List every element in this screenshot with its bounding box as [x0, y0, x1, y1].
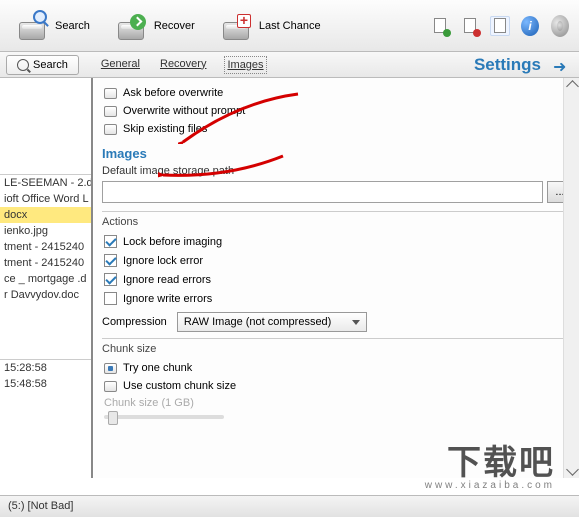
chunk-size-slider[interactable]: [104, 415, 224, 419]
forward-arrow-icon[interactable]: ➜: [553, 57, 569, 73]
option-label: Ignore read errors: [123, 274, 211, 286]
settings-panel: Ask before overwrite Overwrite without p…: [93, 78, 579, 478]
disk-last-chance-icon: [221, 10, 253, 42]
check-lock-before[interactable]: Lock before imaging: [102, 232, 573, 251]
search-icon: [17, 59, 29, 71]
option-label: Skip existing files: [123, 123, 207, 135]
list-item[interactable]: ce _ mortgage .d: [0, 271, 91, 287]
option-ask-overwrite[interactable]: Ask before overwrite: [102, 84, 573, 102]
check-ignore-lock[interactable]: Ignore lock error: [102, 251, 573, 270]
info-icon[interactable]: i: [520, 16, 540, 36]
radio-icon: [104, 124, 117, 135]
list-item[interactable]: r Davvydov.doc: [0, 287, 91, 303]
radio-icon: [104, 88, 117, 99]
images-section-title: Images: [102, 146, 573, 161]
check-ignore-read[interactable]: Ignore read errors: [102, 270, 573, 289]
option-label: Ask before overwrite: [123, 87, 223, 99]
doc-icon[interactable]: [490, 16, 510, 36]
checkbox-icon: [104, 292, 117, 305]
option-label: Lock before imaging: [123, 236, 222, 248]
settings-title: Settings: [474, 55, 541, 75]
toolbar-search-button[interactable]: Search: [6, 5, 101, 47]
option-label: Use custom chunk size: [123, 380, 236, 392]
option-skip-existing[interactable]: Skip existing files: [102, 120, 573, 138]
option-try-one-chunk[interactable]: Try one chunk: [102, 359, 573, 377]
option-label: Ignore write errors: [123, 293, 212, 305]
toolbar-recover-label: Recover: [154, 20, 195, 32]
doc-remove-icon[interactable]: [460, 16, 480, 36]
option-custom-chunk[interactable]: Use custom chunk size: [102, 377, 573, 395]
toolbar-last-chance-label: Last Chance: [259, 20, 321, 32]
compression-label: Compression: [102, 316, 167, 328]
settings-gear-icon[interactable]: [550, 16, 570, 36]
actions-group-title: Actions: [102, 216, 573, 228]
check-ignore-write[interactable]: Ignore write errors: [102, 289, 573, 308]
tab-images[interactable]: Images: [224, 56, 266, 74]
list-item[interactable]: ioft Office Word L: [0, 191, 91, 207]
watermark-url: www.xiazaiba.com: [425, 480, 555, 491]
checkbox-icon: [104, 273, 117, 286]
compression-value: RAW Image (not compressed): [184, 316, 332, 328]
radio-icon: [104, 106, 117, 117]
toolbar-search-label: Search: [55, 20, 90, 32]
radio-icon: [104, 363, 117, 374]
vertical-scrollbar[interactable]: [563, 78, 579, 478]
option-label: Overwrite without prompt: [123, 105, 245, 117]
chunk-group-title: Chunk size: [102, 343, 573, 355]
chunk-size-label: Chunk size (1 GB): [104, 397, 571, 409]
settings-tabs: General Recovery Images: [99, 56, 267, 74]
search-tab-label: Search: [33, 59, 68, 71]
time-row: 15:48:58: [0, 376, 91, 392]
checkbox-icon: [104, 254, 117, 267]
file-list-sidebar: LE-SEEMAN - 2.d ioft Office Word L docx …: [0, 78, 93, 478]
default-path-label: Default image storage path: [102, 165, 573, 177]
toolbar-recover-button[interactable]: Recover: [105, 5, 206, 47]
option-label: Ignore lock error: [123, 255, 203, 267]
tab-general[interactable]: General: [99, 56, 142, 74]
disk-search-icon: [17, 10, 49, 42]
doc-add-icon[interactable]: [430, 16, 450, 36]
checkbox-icon: [104, 235, 117, 248]
search-tab-button[interactable]: Search: [6, 55, 79, 75]
list-item[interactable]: tment - 2415240: [0, 255, 91, 271]
compression-select[interactable]: RAW Image (not compressed): [177, 312, 367, 332]
main-toolbar: Search Recover Last Chance i: [0, 0, 579, 52]
disk-recover-icon: [116, 10, 148, 42]
sub-toolbar: Search General Recovery Images Settings …: [0, 52, 579, 78]
status-bar: (5:) [Not Bad]: [0, 495, 579, 517]
radio-icon: [104, 381, 117, 392]
list-item[interactable]: tment - 2415240: [0, 239, 91, 255]
toolbar-last-chance-button[interactable]: Last Chance: [210, 5, 332, 47]
option-label: Try one chunk: [123, 362, 192, 374]
list-item[interactable]: ienko.jpg: [0, 223, 91, 239]
option-overwrite-without-prompt[interactable]: Overwrite without prompt: [102, 102, 573, 120]
tab-recovery[interactable]: Recovery: [158, 56, 208, 74]
list-item[interactable]: docx: [0, 207, 91, 223]
default-path-input[interactable]: [102, 181, 543, 203]
time-row: 15:28:58: [0, 360, 91, 376]
list-item[interactable]: LE-SEEMAN - 2.d: [0, 175, 91, 191]
